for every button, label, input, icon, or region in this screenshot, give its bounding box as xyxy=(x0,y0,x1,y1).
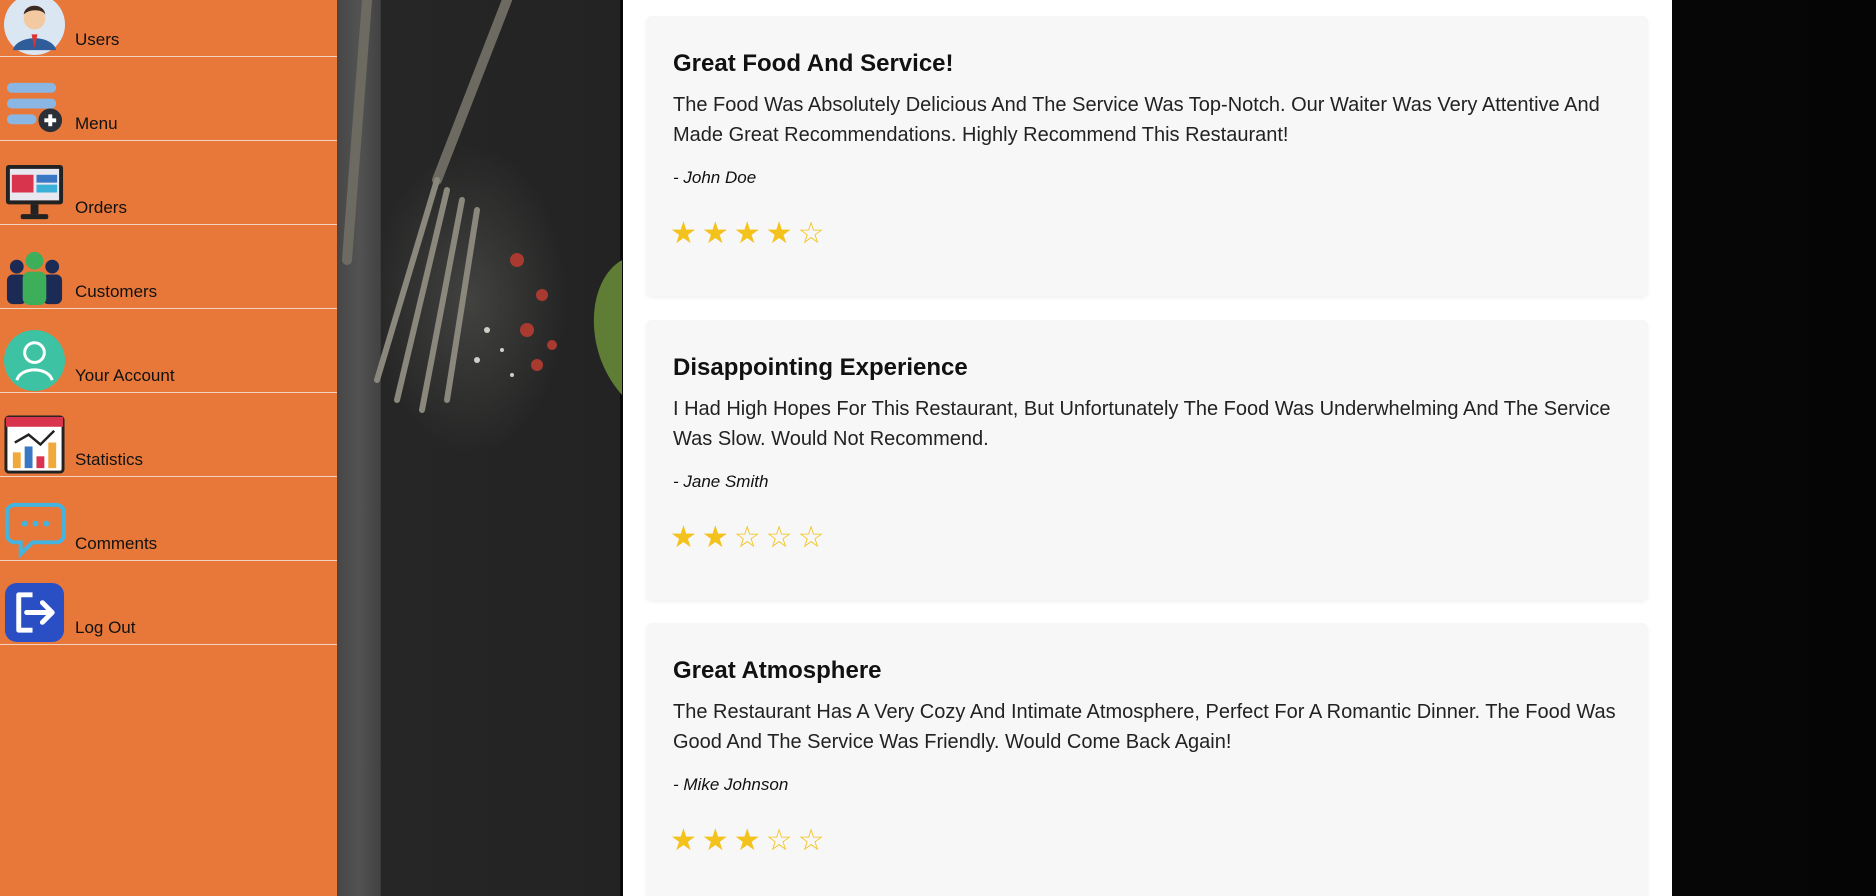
star-rating: ★★★☆☆ xyxy=(670,824,830,857)
sidebar: Users Menu Orders Customers Your Account… xyxy=(0,0,337,896)
statistics-chart-icon xyxy=(3,413,66,476)
sidebar-item-label: Comments xyxy=(75,534,158,553)
sidebar-item-orders[interactable]: Orders xyxy=(0,141,337,225)
sidebar-item-your-account[interactable]: Your Account xyxy=(0,309,337,393)
menu-list-icon xyxy=(3,77,66,140)
sidebar-item-statistics[interactable]: Statistics xyxy=(0,393,337,477)
review-author: - Jane Smith xyxy=(673,472,769,491)
sidebar-item-menu[interactable]: Menu xyxy=(0,57,337,141)
review-author: - Mike Johnson xyxy=(673,775,789,794)
review-title: Great Atmosphere xyxy=(673,657,882,684)
review-text: The Food Was Absolutely Delicious And Th… xyxy=(673,94,1600,146)
review-title: Disappointing Experience xyxy=(673,354,968,381)
sidebar-item-label: Users xyxy=(75,30,120,49)
sidebar-item-label: Log Out xyxy=(75,618,136,637)
fork-decoration xyxy=(342,0,622,413)
sidebar-item-label: Statistics xyxy=(75,450,144,469)
review-text: The Restaurant Has A Very Cozy And Intim… xyxy=(673,701,1616,753)
account-person-icon xyxy=(3,329,66,392)
sidebar-item-users[interactable]: Users xyxy=(0,0,337,57)
sidebar-item-log-out[interactable]: Log Out xyxy=(0,561,337,645)
reviews-panel: Great Food And Service! The Food Was Abs… xyxy=(623,0,1672,896)
group-people-icon xyxy=(3,245,66,308)
sidebar-item-comments[interactable]: Comments xyxy=(0,477,337,561)
review-card: Disappointing Experience I Had High Hope… xyxy=(646,320,1648,600)
logout-icon xyxy=(3,581,66,644)
star-rating: ★★★★☆ xyxy=(670,217,830,250)
sidebar-item-label: Customers xyxy=(75,282,158,301)
star-rating: ★★☆☆☆ xyxy=(670,521,830,554)
sidebar-item-label: Orders xyxy=(75,198,127,217)
review-title: Great Food And Service! xyxy=(673,50,954,77)
sidebar-item-label: Your Account xyxy=(75,366,175,385)
review-card: Great Food And Service! The Food Was Abs… xyxy=(646,16,1648,296)
review-text: I Had High Hopes For This Restaurant, Bu… xyxy=(673,398,1611,450)
review-author: - John Doe xyxy=(673,168,757,187)
review-card: Great Atmosphere The Restaurant Has A Ve… xyxy=(646,623,1648,896)
sidebar-item-customers[interactable]: Customers xyxy=(0,225,337,309)
user-avatar-icon xyxy=(3,0,66,56)
monitor-dashboard-icon xyxy=(3,161,66,224)
chat-bubble-icon xyxy=(3,497,66,560)
sidebar-item-label: Menu xyxy=(75,114,118,133)
